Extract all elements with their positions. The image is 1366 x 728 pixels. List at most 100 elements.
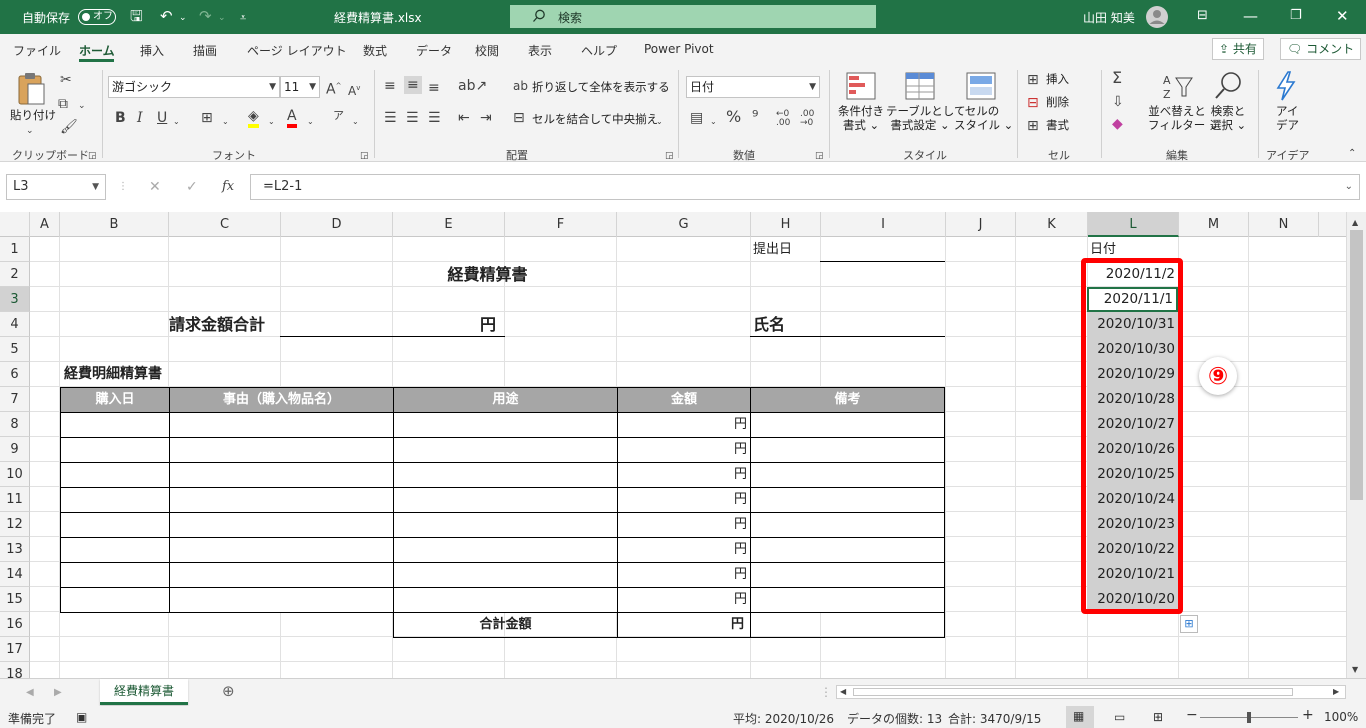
table-cell[interactable] xyxy=(393,537,618,563)
table-cell[interactable] xyxy=(393,587,618,613)
table-cell[interactable] xyxy=(750,512,945,538)
amount-cell[interactable]: 円 xyxy=(617,587,751,613)
table-cell[interactable] xyxy=(169,512,394,538)
column-header-e[interactable]: E xyxy=(393,212,505,237)
table-cell[interactable] xyxy=(60,512,170,538)
row-header-14[interactable]: 14 xyxy=(0,562,30,587)
worksheet-grid[interactable]: ABCDEFGHIJKLMN 1 2 3 4 5 6 7 8 9 10 11 12 13 14 15 16 17… xyxy=(0,212,1346,678)
row-header-8[interactable]: 8 xyxy=(0,412,30,437)
formula-input[interactable]: =L2-1 ⌄ xyxy=(250,174,1360,200)
table-cell[interactable] xyxy=(750,462,945,488)
decrease-font-icon[interactable]: Av xyxy=(348,80,360,99)
borders-dropdown-icon[interactable]: ⌄ xyxy=(222,114,229,130)
align-top-icon[interactable]: ≡ xyxy=(384,78,396,94)
restore-icon[interactable]: ❐ xyxy=(1290,7,1302,25)
expand-formula-icon[interactable]: ⌄ xyxy=(1345,175,1353,199)
tab-draw[interactable]: 描画 xyxy=(193,42,217,59)
increase-decimal-icon[interactable]: ←0.00 xyxy=(776,110,790,128)
merge-dropdown-icon[interactable]: ⌄ xyxy=(656,114,663,130)
column-header-a[interactable]: A xyxy=(30,212,60,237)
autofill-options-icon[interactable]: ⊞ xyxy=(1180,615,1198,633)
row-header-3[interactable]: 3 xyxy=(0,287,30,312)
row-header-18[interactable]: 18 xyxy=(0,662,30,678)
zoom-slider-thumb[interactable] xyxy=(1247,712,1251,723)
conditional-format-icon[interactable] xyxy=(846,72,876,100)
table-cell[interactable] xyxy=(60,562,170,588)
underline-icon[interactable]: U xyxy=(157,110,167,126)
more-icon[interactable]: ⋮ xyxy=(118,179,128,195)
insert-function-icon[interactable]: fx xyxy=(222,179,234,195)
column-header-i[interactable]: I xyxy=(821,212,946,237)
amount-cell[interactable]: 円 xyxy=(617,487,751,513)
column-header-g[interactable]: G xyxy=(617,212,751,237)
tab-help[interactable]: ヘルプ xyxy=(581,42,617,59)
align-bottom-icon[interactable]: ≡ xyxy=(428,80,440,96)
amount-cell[interactable]: 円 xyxy=(617,562,751,588)
redo-icon[interactable]: ↷ xyxy=(199,7,212,25)
macro-record-icon[interactable]: ▣ xyxy=(76,710,87,724)
format-as-table-icon[interactable] xyxy=(905,72,935,100)
tab-insert[interactable]: 挿入 xyxy=(140,42,164,59)
next-sheet-icon[interactable]: ▶ xyxy=(54,685,62,701)
ideas-icon[interactable] xyxy=(1272,70,1300,102)
conditional-format-label[interactable]: 条件付き 書式 ⌄ xyxy=(836,104,886,132)
row-header-15[interactable]: 15 xyxy=(0,587,30,612)
table-cell[interactable] xyxy=(393,412,618,438)
wrap-text-label[interactable]: 折り返して全体を表示する xyxy=(532,80,670,94)
table-cell[interactable] xyxy=(169,462,394,488)
phonetic-icon[interactable]: ア xyxy=(333,108,344,124)
font-name-combo[interactable]: 游ゴシック ▼ xyxy=(108,76,280,98)
number-format-combo[interactable]: 日付 ▼ xyxy=(686,76,820,98)
table-cell[interactable] xyxy=(393,487,618,513)
row-header-11[interactable]: 11 xyxy=(0,487,30,512)
accounting-format-icon[interactable]: ▤ xyxy=(690,110,703,126)
row-header-12[interactable]: 12 xyxy=(0,512,30,537)
font-color-icon[interactable]: A xyxy=(287,108,297,128)
tab-home[interactable]: ホーム xyxy=(79,42,115,59)
amount-cell[interactable]: 円 xyxy=(617,537,751,563)
row-header-7[interactable]: 7 xyxy=(0,387,30,412)
clear-icon[interactable]: ◆ xyxy=(1112,116,1123,132)
sheet-tab-active[interactable]: 経費精算書 xyxy=(100,679,188,705)
format-as-table-label[interactable]: テーブルとして 書式設定 ⌄ xyxy=(886,104,965,132)
increase-indent-icon[interactable]: ⇥ xyxy=(480,110,492,126)
close-icon[interactable]: ✕ xyxy=(1336,7,1349,25)
fill-icon[interactable]: ⇩ xyxy=(1112,94,1124,110)
scroll-right-icon[interactable]: ▶ xyxy=(1333,686,1339,698)
amount-cell[interactable]: 円 xyxy=(617,412,751,438)
sort-filter-icon[interactable]: AZ xyxy=(1162,72,1194,100)
undo-dropdown-icon[interactable]: ⌄ xyxy=(179,9,187,27)
format-painter-icon[interactable]: 🖌 xyxy=(60,119,78,135)
table-cell[interactable] xyxy=(60,437,170,463)
font-color-dropdown-icon[interactable]: ⌄ xyxy=(307,114,314,130)
comma-icon[interactable]: ⁹ xyxy=(752,109,758,125)
fill-color-icon[interactable]: ◈ xyxy=(248,108,259,128)
find-select-label[interactable]: 検索と 選択 ⌄ xyxy=(1208,104,1248,132)
horizontal-scroll-thumb[interactable] xyxy=(853,688,1293,696)
name-box[interactable]: L3 ▼ xyxy=(6,174,106,200)
column-header-j[interactable]: J xyxy=(946,212,1016,237)
cell-styles-icon[interactable] xyxy=(966,72,996,100)
table-cell[interactable] xyxy=(750,437,945,463)
enter-icon[interactable]: ✓ xyxy=(186,179,198,195)
row-header-10[interactable]: 10 xyxy=(0,462,30,487)
copy-dropdown-icon[interactable]: ⌄ xyxy=(78,98,86,114)
row-header-5[interactable]: 5 xyxy=(0,337,30,362)
table-cell[interactable] xyxy=(60,462,170,488)
sort-filter-label[interactable]: 並べ替えと フィルター ⌄ xyxy=(1148,104,1219,132)
table-cell[interactable] xyxy=(60,487,170,513)
bold-icon[interactable]: B xyxy=(115,110,126,126)
ribbon-display-icon[interactable]: ⊟ xyxy=(1197,7,1208,25)
scroll-down-icon[interactable]: ▼ xyxy=(1352,662,1358,678)
orientation-icon[interactable]: ab↗ xyxy=(458,78,487,94)
horizontal-scrollbar[interactable]: ◀ ▶ xyxy=(836,685,1346,699)
column-header-d[interactable]: D xyxy=(281,212,393,237)
column-header-b[interactable]: B xyxy=(60,212,169,237)
delete-cells-label[interactable]: 削除 xyxy=(1046,95,1069,109)
table-cell[interactable] xyxy=(750,412,945,438)
table-cell[interactable] xyxy=(750,487,945,513)
row-header-13[interactable]: 13 xyxy=(0,537,30,562)
find-select-icon[interactable] xyxy=(1213,70,1243,100)
select-all-corner[interactable] xyxy=(0,212,30,237)
format-cells-label[interactable]: 書式 xyxy=(1046,118,1069,132)
